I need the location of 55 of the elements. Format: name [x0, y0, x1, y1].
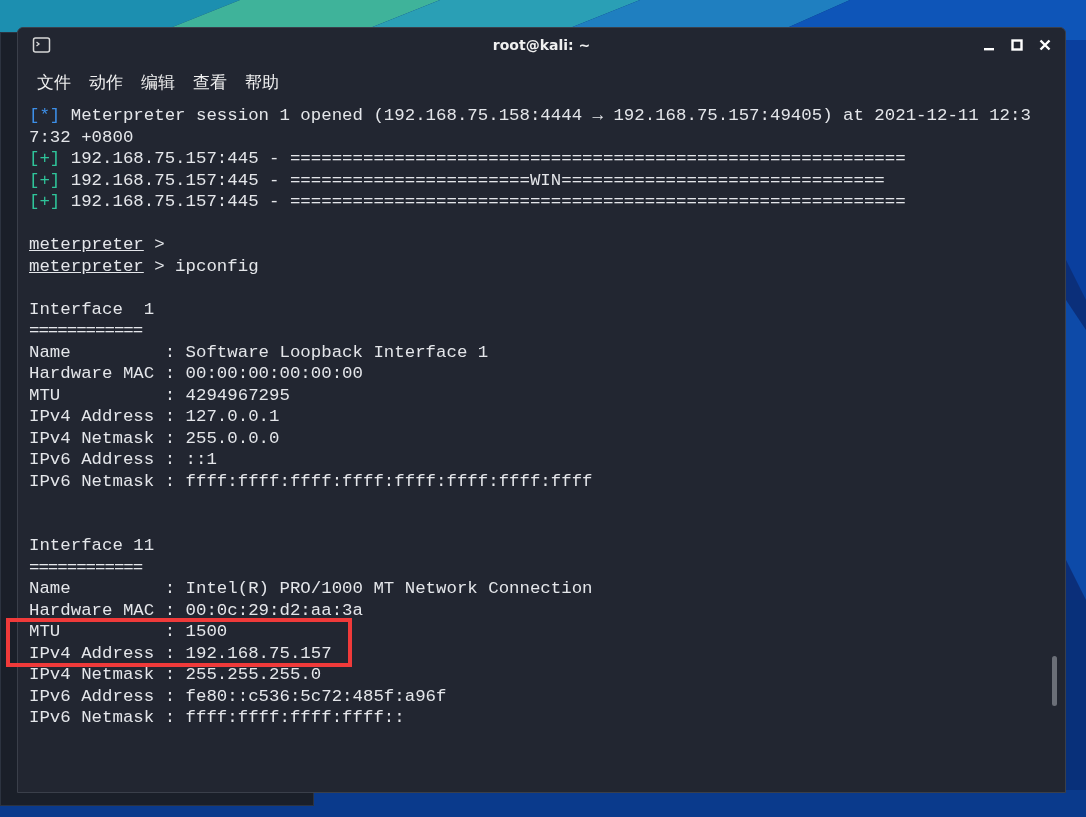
field-label: IPv6 Netmask :: [29, 471, 176, 491]
field-label: IPv4 Netmask :: [29, 665, 176, 684]
status-prefix: [+]: [29, 149, 61, 168]
field-label: IPv6 Netmask :: [29, 708, 176, 727]
terminal-line: 192.168.75.157:445 - =======================WIN===============================: [70, 170, 885, 190]
field-value: fe80::c536:5c72:485f:a96f: [185, 686, 447, 706]
field-label: IPv4 Netmask :: [29, 428, 176, 448]
field-label: Name :: [29, 579, 176, 598]
field-value: ::1: [185, 450, 217, 469]
terminal-line: Interface 1: [29, 299, 155, 319]
prompt-label: meterpreter: [29, 256, 144, 276]
field-value: Software Loopback Interface 1: [185, 342, 489, 362]
menu-item[interactable]: 动作: [80, 66, 132, 98]
field-label: Hardware MAC :: [29, 364, 176, 383]
menu-item[interactable]: 查看: [184, 66, 236, 98]
field-value: 00:00:00:00:00:00: [185, 364, 363, 383]
status-prefix: [+]: [29, 192, 61, 211]
heading-underline: ============: [29, 557, 143, 577]
field-value: 4294967295: [185, 385, 290, 405]
terminal-icon: [32, 36, 51, 53]
field-label: Name :: [29, 342, 176, 362]
menu-item[interactable]: 编辑: [132, 66, 184, 98]
status-prefix: [+]: [29, 170, 61, 190]
menu-item[interactable]: 帮助: [236, 66, 288, 98]
terminal-line: Interface 11: [29, 536, 155, 555]
field-value: 255.0.0.0: [185, 428, 280, 448]
field-label: IPv6 Address :: [29, 686, 176, 706]
terminal-line: 192.168.75.157:445 - ===========================================================: [70, 149, 906, 168]
close-icon[interactable]: [1039, 38, 1051, 51]
command-text: > ipconfig: [154, 256, 259, 276]
command-text: >: [154, 235, 165, 254]
field-label: IPv4 Address :: [29, 643, 176, 663]
field-value: 1500: [185, 622, 228, 641]
field-label: MTU :: [29, 385, 176, 405]
prompt-label: meterpreter: [29, 235, 144, 254]
field-label: MTU :: [29, 622, 176, 641]
field-label: IPv6 Address :: [29, 450, 176, 469]
field-value: Intel(R) PRO/1000 MT Network Connection: [185, 579, 593, 598]
field-value: 255.255.255.0: [185, 665, 322, 684]
status-prefix: [*]: [29, 106, 61, 125]
window-title: root@kali: ~: [492, 36, 591, 53]
field-value: 127.0.0.1: [185, 407, 280, 426]
field-value: ffff:ffff:ffff:ffff:ffff:ffff:ffff:ffff: [185, 471, 593, 491]
terminal-line: 192.168.75.157:445 - ===========================================================: [70, 192, 906, 211]
field-label: IPv4 Address :: [29, 407, 176, 426]
field-label: Hardware MAC :: [29, 600, 176, 620]
field-value: 00:0c:29:d2:aa:3a: [185, 600, 363, 620]
field-value: 192.168.75.157: [185, 643, 332, 663]
terminal-line: Meterpreter session 1 opened (192.168.75.158:4444 → 192.168.75.157:49405) at 2021-12-11 12:3: [70, 106, 1031, 125]
heading-underline: ============: [29, 321, 143, 340]
scrollbar-thumb[interactable]: [1052, 656, 1057, 706]
menu-item[interactable]: 文件: [28, 66, 80, 98]
terminal-line: 7:32 +0800: [29, 127, 134, 147]
field-value: ffff:ffff:ffff:ffff::: [185, 708, 405, 727]
maximize-icon[interactable]: [1011, 38, 1023, 51]
